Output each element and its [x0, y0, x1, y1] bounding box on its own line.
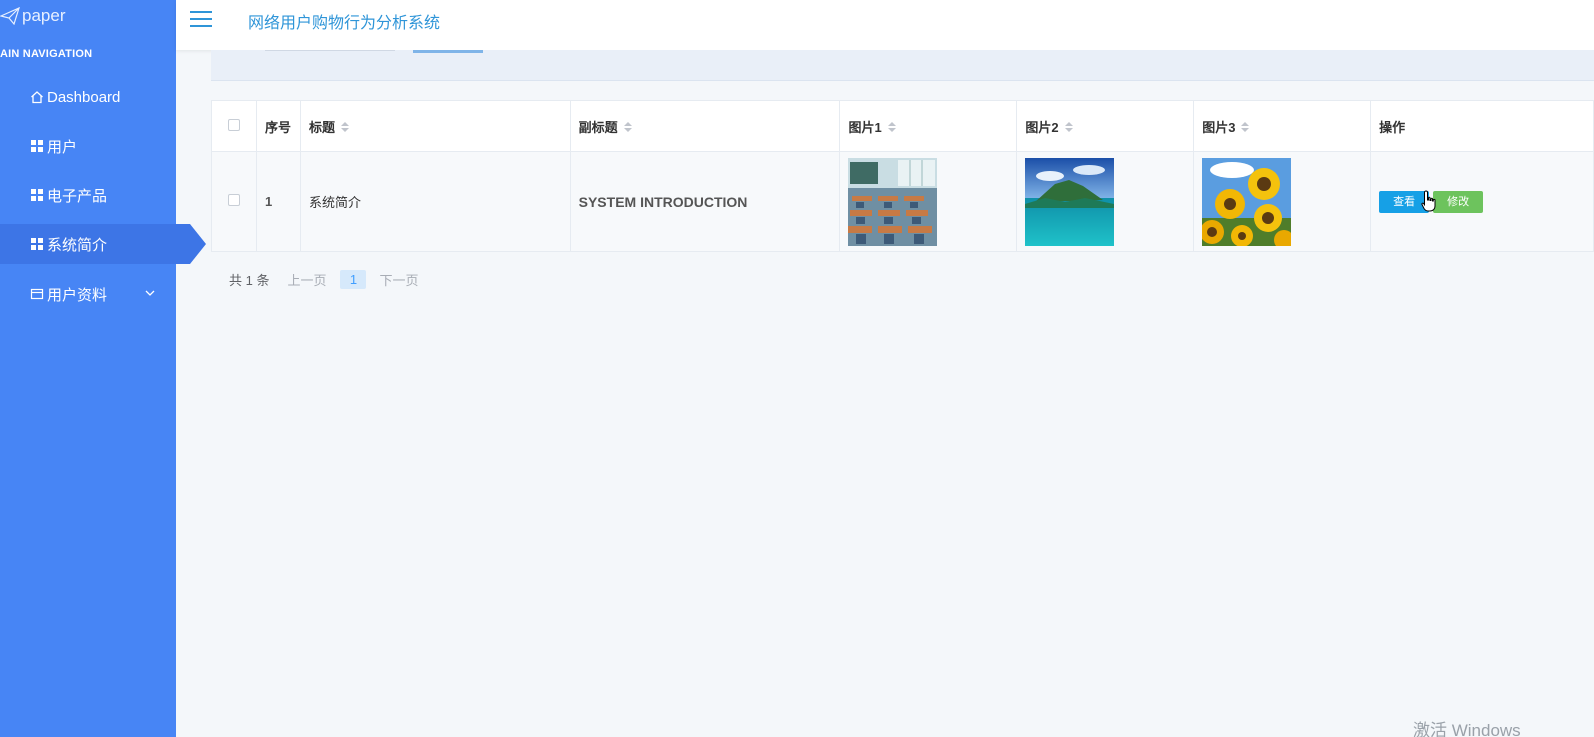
- cell-image2: [1016, 151, 1195, 252]
- sidebar-item-label: 系统简介: [47, 236, 108, 254]
- logo[interactable]: paper: [0, 4, 65, 28]
- sort-icon[interactable]: [623, 122, 632, 134]
- grid-icon: [30, 139, 44, 153]
- sort-icon[interactable]: [887, 122, 896, 134]
- column-header-image2[interactable]: 图片2: [1016, 100, 1195, 152]
- hand-cursor-icon: [1421, 190, 1436, 212]
- sort-icon[interactable]: [1064, 122, 1073, 134]
- island-lagoon-image[interactable]: [1025, 157, 1115, 246]
- windows-activation-watermark: 激活 Windows: [1413, 721, 1521, 737]
- search-button[interactable]: [413, 50, 483, 53]
- data-table: 序号 标题 副标题 图片1 图片2 图片3 操作 1 系统简介 SYSTEM I…: [211, 100, 1594, 252]
- table-row: 1 系统简介 SYSTEM INTRODUCTION 查看 修改: [211, 151, 1594, 252]
- column-header-image1[interactable]: 图片1: [839, 100, 1018, 152]
- page-number-button[interactable]: 1: [340, 270, 367, 289]
- sidebar-item-label: 用户: [47, 138, 78, 156]
- sidebar-item-users[interactable]: 用户: [0, 126, 176, 166]
- chevron-down-icon: [144, 286, 156, 303]
- grid-icon: [30, 237, 44, 251]
- column-header-subtitle[interactable]: 副标题: [569, 100, 841, 152]
- pagination: 共 1 条 上一页 1 下一页: [229, 270, 419, 289]
- sunflowers-image[interactable]: [1202, 157, 1292, 246]
- edit-button[interactable]: 修改: [1433, 190, 1484, 213]
- sort-icon[interactable]: [340, 122, 349, 134]
- sort-icon[interactable]: [1241, 122, 1250, 134]
- next-page-button[interactable]: 下一页: [379, 270, 418, 289]
- home-icon: [30, 90, 44, 104]
- cell-title: 系统简介: [299, 151, 571, 252]
- logo-text: paper: [22, 6, 66, 25]
- nav-section-title: AIN NAVIGATION: [0, 48, 93, 60]
- table-header-row: 序号 标题 副标题 图片1 图片2 图片3 操作: [211, 100, 1594, 152]
- column-header-index: 序号: [255, 100, 301, 152]
- sidebar-item-label: 用户资料: [47, 286, 108, 304]
- card-icon: [30, 287, 44, 301]
- column-header-image3[interactable]: 图片3: [1193, 100, 1372, 152]
- cell-image3: [1193, 151, 1372, 252]
- search-toolbar: [211, 50, 1594, 81]
- menu-toggle-icon[interactable]: [190, 11, 212, 27]
- cell-image1: [839, 151, 1018, 252]
- cell-subtitle: SYSTEM INTRODUCTION: [569, 151, 841, 252]
- pagination-total: 共 1 条: [229, 273, 270, 288]
- top-header: 网络用户购物行为分析系统: [176, 0, 1594, 50]
- classroom-image[interactable]: [848, 157, 938, 246]
- prev-page-button[interactable]: 上一页: [287, 270, 326, 289]
- grid-icon: [30, 188, 44, 202]
- column-header-actions: 操作: [1370, 100, 1594, 152]
- paper-plane-icon: [0, 7, 20, 25]
- select-all-checkbox[interactable]: [227, 118, 240, 131]
- sidebar-item-label: 电子产品: [47, 187, 108, 205]
- sidebar-item-dashboard[interactable]: Dashboard: [0, 77, 176, 117]
- app-title: 网络用户购物行为分析系统: [248, 15, 441, 32]
- cell-index: 1: [255, 151, 301, 252]
- row-checkbox[interactable]: [227, 194, 240, 206]
- sidebar-item-system-intro[interactable]: 系统简介: [0, 224, 206, 264]
- sidebar: paper AIN NAVIGATION Dashboard 用户 电子产品 系…: [0, 0, 206, 737]
- search-input[interactable]: [265, 50, 395, 51]
- column-header-title[interactable]: 标题: [299, 100, 571, 152]
- cell-actions: 查看 修改: [1370, 151, 1594, 252]
- sidebar-item-label: Dashboard: [47, 88, 121, 106]
- sidebar-item-electronics[interactable]: 电子产品: [0, 175, 176, 215]
- sidebar-item-user-profile[interactable]: 用户资料: [0, 274, 176, 314]
